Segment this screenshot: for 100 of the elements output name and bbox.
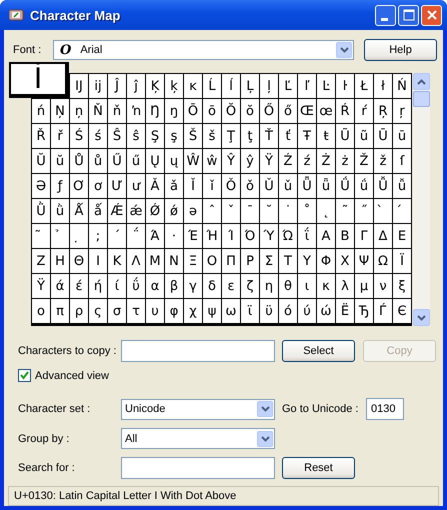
character-cell[interactable]: ζ [241,274,259,298]
character-cell[interactable]: Ŷ [222,149,240,173]
character-cell[interactable]: ΰ [127,274,145,298]
character-cell[interactable]: Ǽ [108,199,126,223]
character-cell[interactable]: Ŝ [108,124,126,148]
character-cell[interactable]: Ή [203,224,221,248]
character-cell[interactable]: ř [51,124,69,148]
character-cell[interactable]: ˙ [279,199,297,223]
character-cell[interactable]: Ū [374,124,392,148]
character-cell[interactable]: ź [298,149,316,173]
character-cell[interactable]: ə [184,199,202,223]
character-cell[interactable]: ĸ [184,74,202,98]
character-cell[interactable]: ; [89,224,107,248]
character-cell[interactable]: ơ [89,174,107,198]
character-cell[interactable]: Ť [260,124,278,148]
character-cell[interactable]: ű [127,149,145,173]
character-cell[interactable]: Ǐ [184,174,202,198]
character-cell[interactable]: Ś [70,124,88,148]
scroll-down-icon[interactable] [413,309,430,326]
character-cell[interactable]: ũ [355,124,373,148]
character-cell[interactable]: ŵ [203,149,221,173]
character-cell[interactable]: Š [184,124,202,148]
maximize-button[interactable] [398,4,419,26]
character-cell[interactable]: Ŋ [146,99,164,123]
character-cell[interactable]: ι [298,274,316,298]
character-cell[interactable]: ņ [70,99,88,123]
character-cell[interactable]: Ř [32,124,50,148]
character-cell[interactable]: Ĵ [108,74,126,98]
character-cell[interactable]: ǖ [317,174,335,198]
character-cell[interactable]: Ž [355,149,373,173]
character-cell[interactable]: ψ [203,299,221,323]
character-cell[interactable]: Ŵ [184,149,202,173]
character-cell[interactable]: ο [32,299,50,323]
character-cell[interactable]: Ÿ [260,149,278,173]
go-to-unicode-field[interactable]: 0130 [366,398,404,420]
character-cell[interactable]: ŉ [127,99,145,123]
minimize-button[interactable] [375,4,396,26]
character-set-dropdown[interactable]: Unicode [121,398,275,420]
character-cell[interactable]: ǿ [165,199,183,223]
character-cell[interactable]: ĳ [89,74,107,98]
character-cell[interactable]: ő [279,99,297,123]
character-cell[interactable]: Χ [336,249,354,273]
character-cell[interactable]: ż [336,149,354,173]
character-cell[interactable]: Ǒ [222,174,240,198]
character-cell[interactable]: ō [203,99,221,123]
character-cell[interactable]: Έ [184,224,202,248]
character-cell[interactable]: Μ [146,249,164,273]
character-cell[interactable]: ĵ [127,74,145,98]
character-cell[interactable]: Ǚ [374,174,392,198]
help-button[interactable]: Help [364,39,437,61]
character-cell[interactable]: Ń [393,74,411,98]
character-cell[interactable]: ķ [165,74,183,98]
character-cell[interactable]: ƒ [51,174,69,198]
character-cell[interactable]: β [165,274,183,298]
character-cell[interactable]: Ů [70,149,88,173]
character-cell[interactable]: Ŧ [298,124,316,148]
character-cell[interactable]: Ǔ [260,174,278,198]
character-cell[interactable]: ύ [298,299,316,323]
character-cell[interactable]: π [51,299,69,323]
character-cell[interactable]: ţ [241,124,259,148]
character-cell[interactable]: ώ [317,299,335,323]
search-field[interactable] [121,457,275,479]
character-cell[interactable]: ŀ [336,74,354,98]
character-cell[interactable]: ΄ [108,224,126,248]
character-cell[interactable]: ŧ [317,124,335,148]
close-button[interactable] [421,4,442,26]
character-cell[interactable]: ί [108,274,126,298]
character-cell[interactable]: έ [70,274,88,298]
character-cell[interactable]: Ί [222,224,240,248]
character-cell[interactable]: ́ [393,199,411,223]
character-cell[interactable]: ų [165,149,183,173]
character-cell[interactable]: ρ [70,299,88,323]
character-cell[interactable]: Ň [89,99,107,123]
character-cell[interactable]: ŋ [165,99,183,123]
character-cell[interactable]: Η [51,249,69,273]
character-cell[interactable]: Γ [355,224,373,248]
character-cell[interactable]: ŝ [127,124,145,148]
character-cell[interactable]: Œ [298,99,316,123]
character-cell[interactable]: ǔ [279,174,297,198]
character-cell[interactable]: ˇ [222,199,240,223]
character-cell[interactable]: Ņ [51,99,69,123]
character-cell[interactable]: Δ [374,224,392,248]
character-cell[interactable]: Ψ [355,249,373,273]
character-cell[interactable]: Α [317,224,335,248]
character-cell[interactable]: ξ [393,274,411,298]
character-cell[interactable]: ̣ [70,224,88,248]
character-cell[interactable]: Ű [108,149,126,173]
character-cell[interactable]: Θ [70,249,88,273]
character-cell[interactable]: ǐ [203,174,221,198]
character-cell[interactable]: ŭ [51,149,69,173]
character-cell[interactable]: Ά [146,224,164,248]
character-cell[interactable]: Ũ [336,124,354,148]
character-cell[interactable]: ˆ [203,199,221,223]
character-cell[interactable]: ǻ [89,199,107,223]
character-cell[interactable]: γ [184,274,202,298]
character-cell[interactable]: Ķ [146,74,164,98]
character-cell[interactable]: Ź [279,149,297,173]
character-cell[interactable]: Ǘ [336,174,354,198]
character-cell[interactable]: ư [127,174,145,198]
character-cell[interactable]: Ρ [241,249,259,273]
